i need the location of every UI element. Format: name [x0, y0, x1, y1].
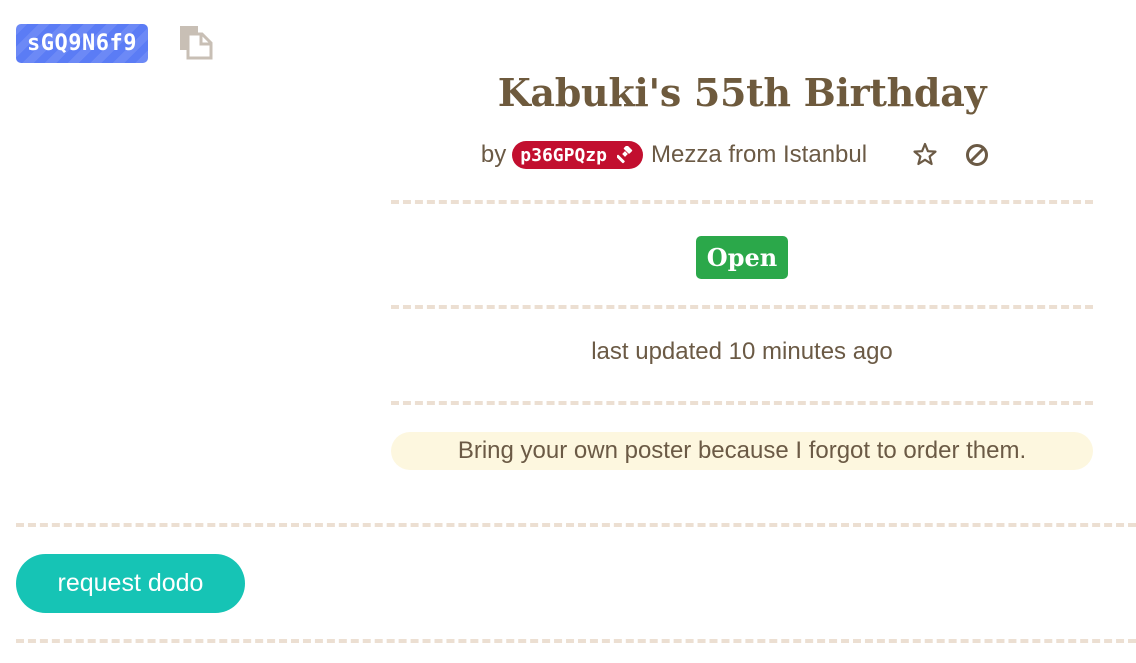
host-name: Mezza from Istanbul — [650, 141, 868, 168]
last-updated: last updated 10 minutes ago — [591, 338, 893, 365]
divider — [391, 305, 1093, 309]
divider — [391, 401, 1093, 405]
event-title: Kabuki's 55th Birthday — [497, 70, 987, 115]
divider — [391, 200, 1093, 204]
request-dodo-button[interactable]: request dodo — [16, 554, 245, 613]
by-label: by — [480, 141, 507, 168]
host-badge-code: p36GPQzp — [520, 144, 607, 166]
section-divider — [16, 523, 1136, 527]
island-code-badge[interactable]: sGQ9N6f9 — [16, 24, 148, 63]
status-badge: Open — [696, 236, 788, 279]
copy-icon[interactable] — [178, 24, 214, 60]
event-note: Bring your own poster because I forgot t… — [391, 432, 1093, 470]
block-icon[interactable] — [963, 141, 991, 169]
star-outline-icon[interactable] — [911, 141, 939, 169]
byline: by p36GPQzp Mezza from Istanbul — [391, 138, 1093, 172]
section-divider — [16, 639, 1136, 643]
host-badge[interactable]: p36GPQzp — [512, 141, 643, 169]
gavel-icon — [616, 146, 633, 164]
